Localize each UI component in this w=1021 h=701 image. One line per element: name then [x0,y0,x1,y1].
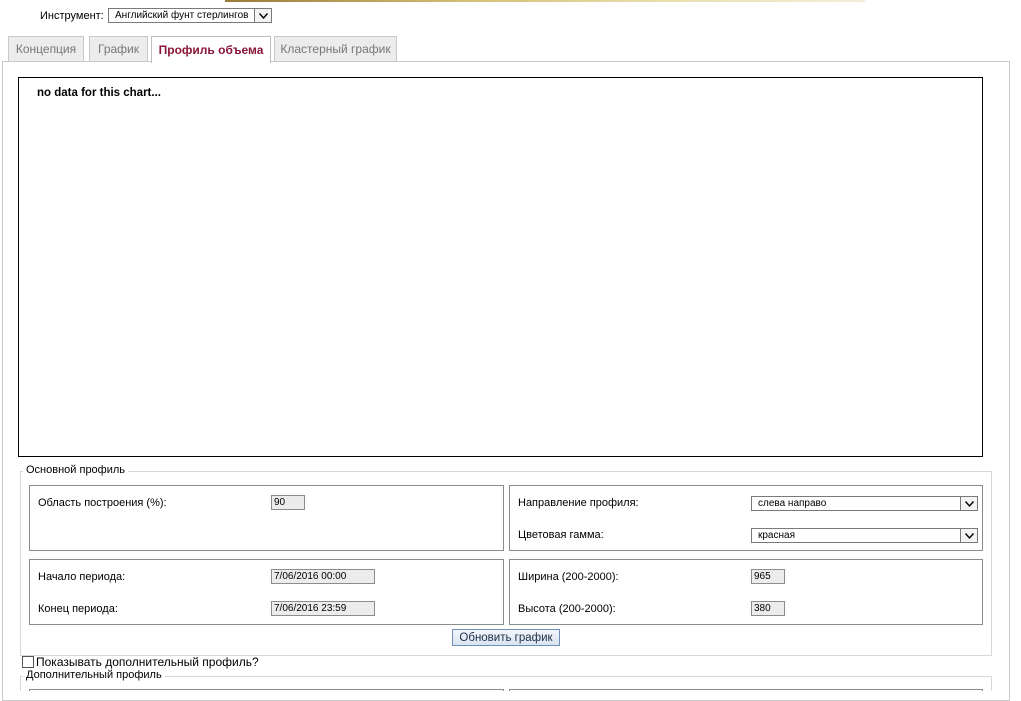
instrument-label: Инструмент: [40,10,104,22]
color-select[interactable]: красная [751,528,978,543]
end-label: Конец периода: [38,603,118,615]
height-input[interactable]: 380 [751,601,785,616]
update-chart-button[interactable]: Обновить график [452,629,560,646]
direction-group: Направление профиля: слева направо Цвето… [509,485,983,551]
instrument-select[interactable]: Английский фунт стерлингов [108,8,272,23]
direction-select[interactable]: слева направо [751,496,978,511]
start-input[interactable]: 7/06/2016 00:00 [271,569,375,584]
direction-select-value: слева направо [758,498,827,509]
chart-area: no data for this chart... [18,77,983,457]
area-label: Область построения (%): [38,497,167,509]
tab-concept[interactable]: Концепция [8,36,84,61]
header-banner-strip [225,0,865,2]
extra-profile-toggle[interactable]: Показывать дополнительный профиль? [22,655,259,669]
tab-label: График [98,42,139,56]
size-group: Ширина (200-2000): 965 Высота (200-2000)… [509,559,983,625]
instrument-select-value: Английский фунт стерлингов [115,10,249,21]
width-label: Ширина (200-2000): [518,571,619,583]
color-select-value: красная [758,530,795,541]
instrument-row: Инструмент: [40,9,104,23]
area-input[interactable]: 90 [271,495,305,510]
main-profile-legend: Основной профиль [23,464,129,476]
start-label: Начало периода: [38,571,126,583]
no-data-message: no data for this chart... [37,87,161,99]
chevron-down-icon[interactable] [254,9,271,22]
direction-label: Направление профиля: [518,497,639,509]
period-group: Начало периода: 7/06/2016 00:00 Конец пе… [29,559,504,625]
extra-profile-checkbox-label: Показывать дополнительный профиль? [36,655,259,669]
tab-label: Кластерный график [280,42,391,56]
color-label: Цветовая гамма: [518,529,604,541]
tab-label: Профиль объема [158,43,264,57]
extra-profile-legend: Дополнительный профиль [23,669,165,681]
chevron-down-icon[interactable] [960,529,977,542]
width-input[interactable]: 965 [751,569,785,584]
height-label: Высота (200-2000): [518,603,616,615]
chevron-down-icon[interactable] [960,497,977,510]
tab-label: Концепция [15,42,77,56]
end-input[interactable]: 7/06/2016 23:59 [271,601,375,616]
plot-area-group: Область построения (%): 90 [29,485,504,551]
tab-chart[interactable]: График [89,36,148,61]
extra-profile-checkbox[interactable] [22,656,34,668]
tab-cluster-chart[interactable]: Кластерный график [274,36,397,61]
tab-volume-profile[interactable]: Профиль объема [151,36,271,63]
